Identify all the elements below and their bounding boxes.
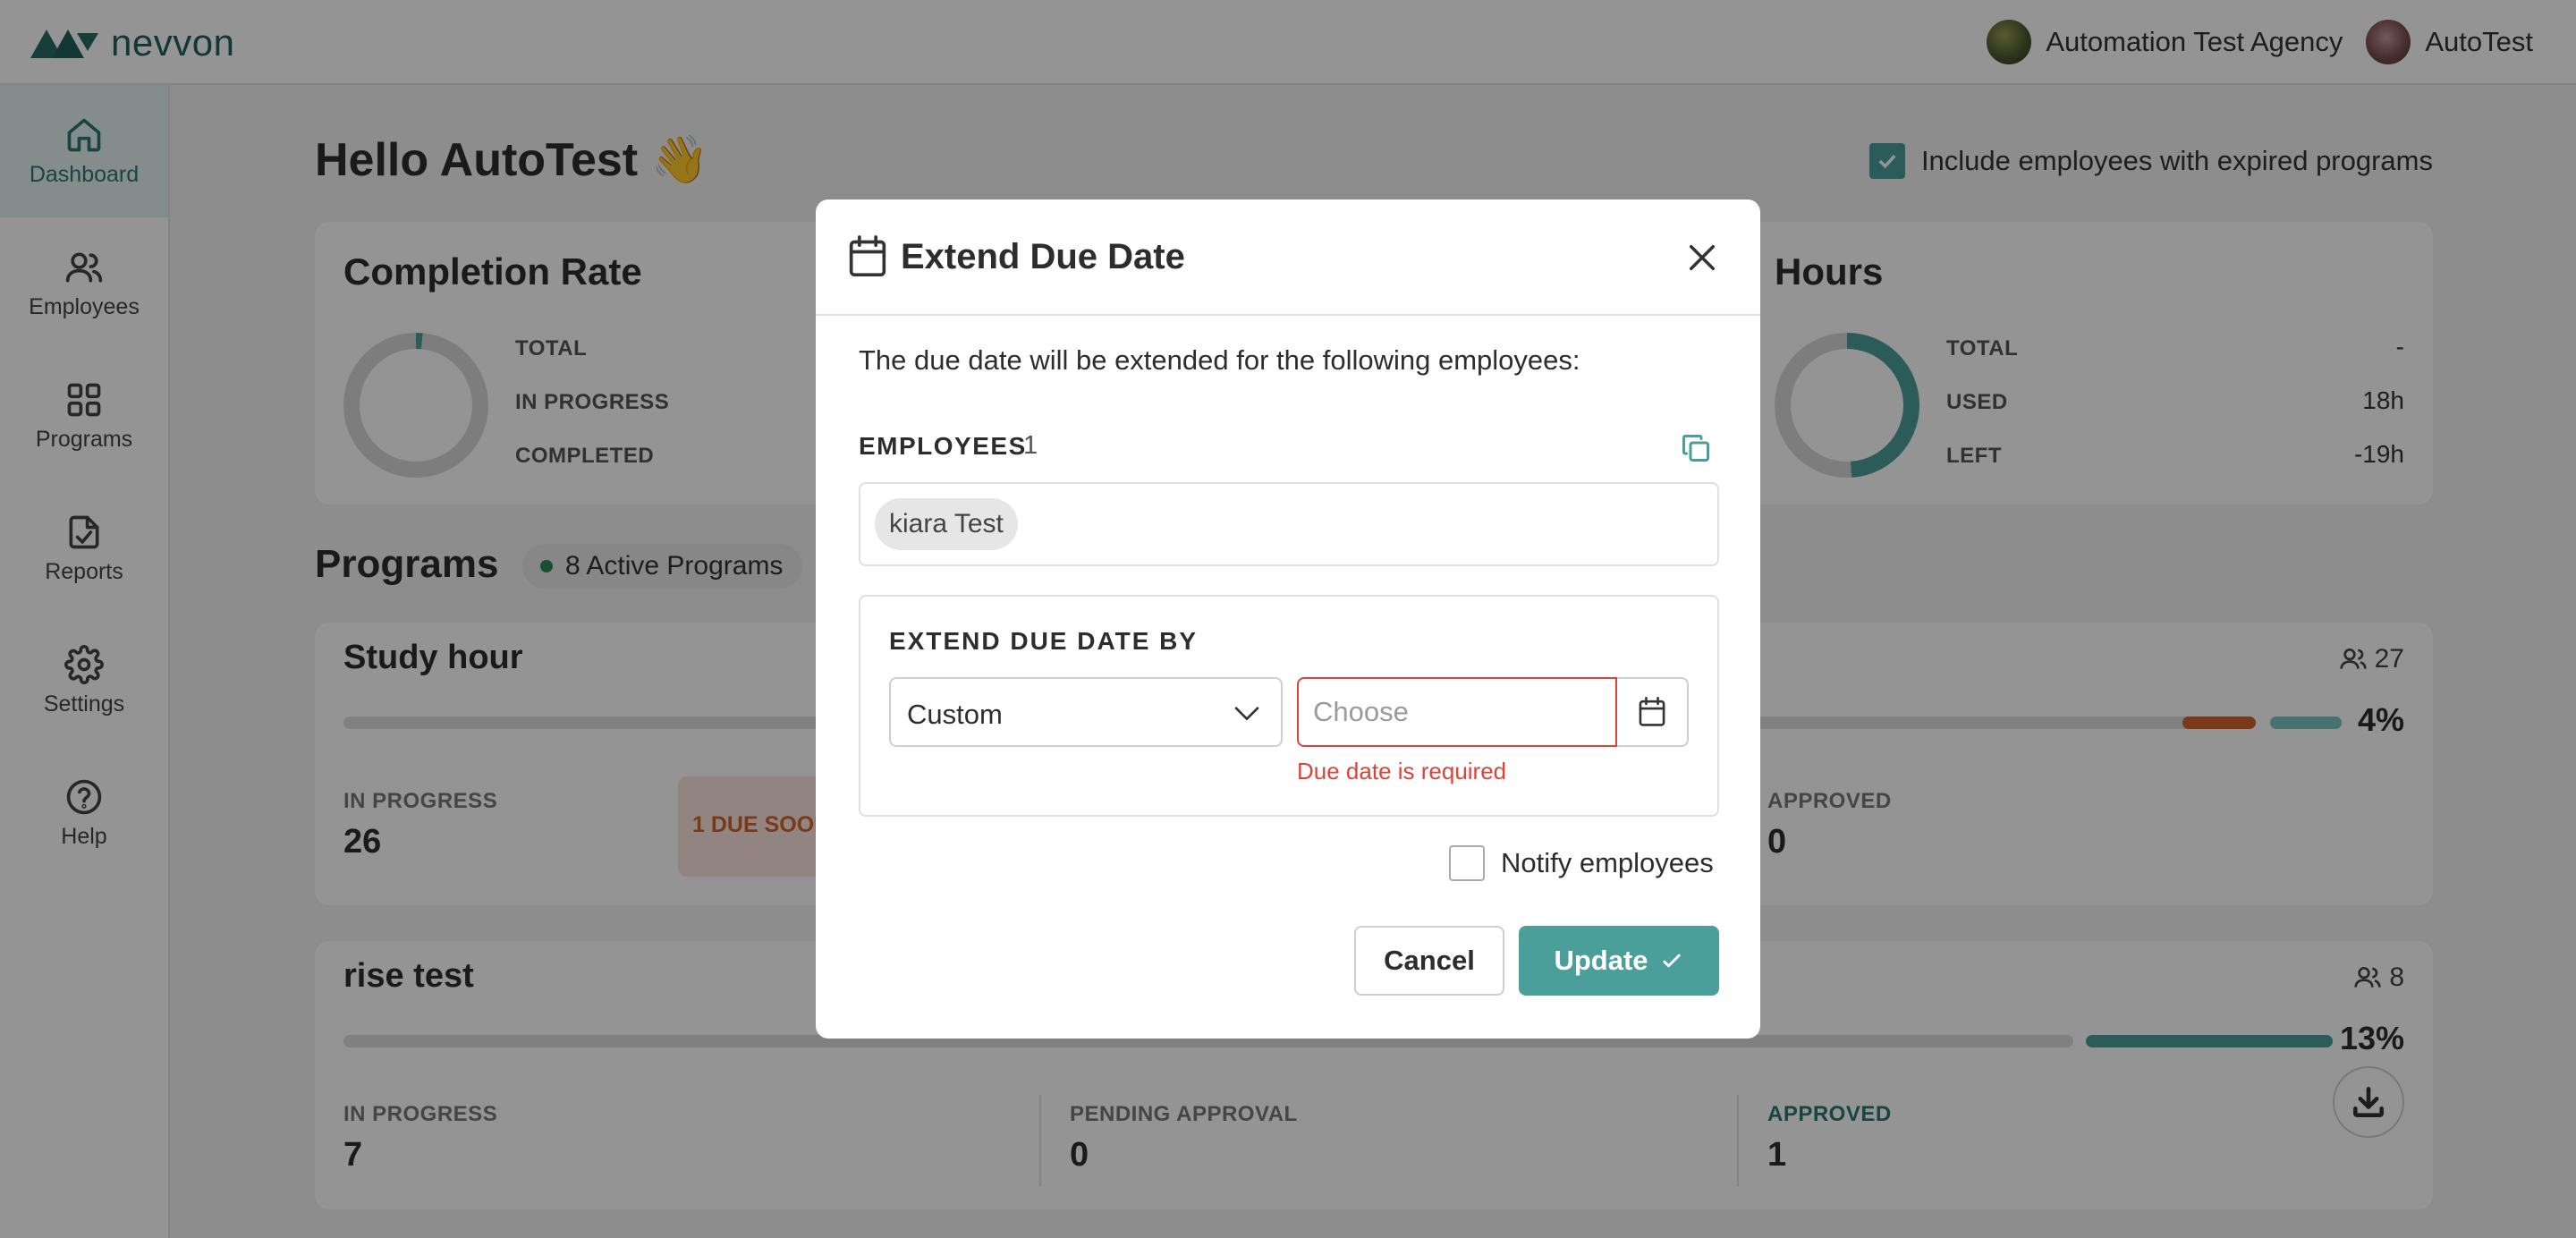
checkbox-unchecked-icon [1449, 845, 1485, 881]
due-date-input[interactable] [1297, 677, 1617, 747]
calendar-icon [848, 235, 887, 278]
update-button-label: Update [1554, 945, 1648, 976]
copy-button[interactable] [1680, 432, 1712, 464]
employees-list: kiara Test [859, 482, 1719, 566]
extend-due-date-modal: Extend Due Date The due date will be ext… [816, 199, 1760, 1039]
employees-label: EMPLOYEES [859, 432, 1027, 460]
modal-title: Extend Due Date [901, 237, 1185, 276]
chevron-down-icon [1234, 707, 1259, 720]
extend-by-value: Custom [907, 699, 1003, 730]
cancel-button[interactable]: Cancel [1354, 926, 1504, 996]
due-date-error: Due date is required [1297, 758, 1507, 784]
copy-icon [1682, 435, 1709, 462]
extend-due-date-section: EXTEND DUE DATE BY Custom Due date is re… [859, 595, 1719, 817]
date-picker-button[interactable] [1617, 677, 1689, 747]
extend-by-label: EXTEND DUE DATE BY [889, 627, 1199, 655]
close-button[interactable] [1683, 239, 1721, 276]
check-icon [1662, 954, 1681, 968]
notify-employees-label: Notify employees [1501, 847, 1714, 878]
modal-header: Extend Due Date [816, 199, 1760, 316]
close-icon [1690, 245, 1715, 270]
modal-description: The due date will be extended for the fo… [859, 344, 1580, 376]
extend-by-select[interactable]: Custom [889, 677, 1283, 747]
update-button[interactable]: Update [1519, 926, 1719, 996]
calendar-icon [1639, 697, 1665, 726]
notify-employees-checkbox[interactable]: Notify employees [1449, 845, 1714, 881]
employee-chip[interactable]: kiara Test [875, 498, 1018, 550]
employees-count: 1 [1023, 431, 1038, 460]
